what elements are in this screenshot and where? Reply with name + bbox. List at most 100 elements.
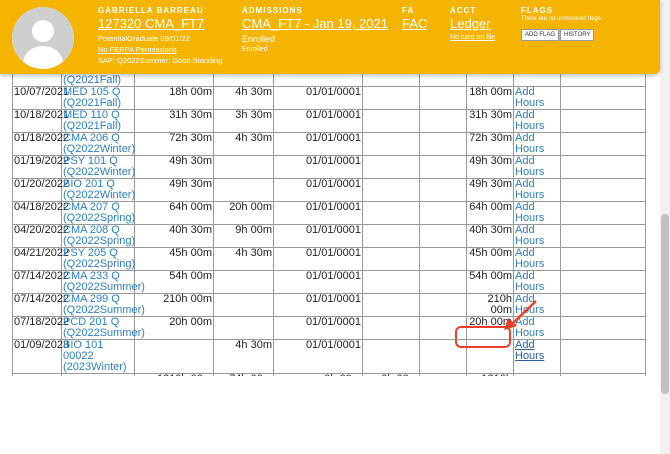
table-cell (362, 247, 420, 271)
course-cell[interactable]: CMA 299 Q (Q2022Summer) (61, 293, 145, 317)
start-date: 01/09/2023 (12, 339, 69, 374)
course-cell[interactable]: PSY 205 Q (Q2022Spring) (61, 247, 135, 271)
table-cell (362, 293, 420, 317)
student-header: GABRIELLA BARREAU 127320 CMA_FT7 Potenti… (0, 0, 660, 74)
history-button[interactable]: HISTORY (560, 29, 595, 41)
table-cell (419, 201, 467, 225)
due-date: 01/01/0001 (273, 132, 363, 156)
course-term[interactable]: (Q2022Summer) (63, 305, 145, 316)
course-cell[interactable]: BIO 201 Q (Q2022Winter) (61, 178, 135, 202)
course-term[interactable]: (Q2021Fall) (63, 121, 133, 132)
due-date: 01/01/0001 (273, 155, 363, 179)
table-cell (513, 373, 561, 376)
table-cell (560, 339, 646, 374)
flags-text: There are no unresolved flags (521, 16, 601, 22)
total-completed: 74h 00m (213, 373, 274, 376)
table-row: 04/21/2022 PSY 205 Q (Q2022Spring) 45h 00m 4… (12, 247, 646, 271)
course-term[interactable]: (Q2022Spring) (63, 213, 135, 224)
table-cell (362, 155, 420, 179)
total-scheduled: 1210h 00m (134, 373, 214, 376)
add-hours-link[interactable]: Add Hours (515, 109, 544, 132)
person-icon (12, 7, 74, 69)
course-link[interactable]: BIO 101 00022 (63, 340, 133, 362)
course-term[interactable]: (Q2022Summer) (63, 328, 145, 339)
total-hours: 18h 00m (466, 86, 514, 110)
start-date: 01/20/2022 (12, 178, 69, 202)
course-term[interactable]: (Q2022Summer) (63, 282, 145, 293)
course-term[interactable]: (Q2022Winter) (63, 190, 135, 201)
total-hours: 54h 00m (466, 270, 514, 294)
ledger-link[interactable]: Ledger (450, 16, 490, 31)
add-hours-link[interactable]: Add Hours (515, 132, 544, 155)
add-hours-link[interactable]: Add Hours (515, 178, 544, 201)
scheduled-hours: 45h 00m (134, 247, 214, 271)
scheduled-hours: 49h 30m (134, 155, 214, 179)
course-cell[interactable]: PSY 101 Q (Q2022Winter) (61, 155, 135, 179)
fa-link[interactable]: FAC (402, 16, 427, 31)
start-date: 04/20/2022 (12, 224, 69, 248)
course-cell[interactable]: PCD 201 Q (Q2022Summer) (61, 316, 145, 340)
completed-hours: 9h 00m (213, 224, 274, 248)
course-cell[interactable]: MED 110 Q (Q2021Fall) (61, 109, 135, 133)
course-cell[interactable]: CMA 233 Q (Q2022Summer) (61, 270, 145, 294)
add-hours-cell: Add Hours (513, 178, 561, 202)
table-row: 01/20/2022 BIO 201 Q (Q2022Winter) 49h 30m 0… (12, 178, 646, 202)
completed-hours (213, 293, 274, 317)
due-date: 01/01/0001 (273, 224, 363, 248)
add-flag-button[interactable]: ADD FLAG (521, 29, 560, 41)
completed-hours (213, 155, 274, 179)
start-date: 01/19/2022 (12, 155, 69, 179)
course-cell[interactable]: CMA 207 Q (Q2022Spring) (61, 201, 135, 225)
table-cell (560, 132, 646, 156)
due-date: 01/01/0001 (273, 247, 363, 271)
add-hours-link[interactable]: Add Hours (515, 224, 544, 247)
total-hours: 40h 30m (466, 224, 514, 248)
red-arrow-icon (504, 300, 537, 330)
admissions-status: Enrolled (242, 34, 276, 44)
table-cell (213, 74, 274, 87)
table-cell (419, 109, 467, 133)
course-term[interactable]: (Q2022Winter) (63, 167, 135, 178)
course-cell[interactable]: MED 105 Q (Q2021Fall) (61, 86, 135, 110)
scrollbar-thumb[interactable] (661, 214, 669, 394)
table-row: 04/18/2022 CMA 207 Q (Q2022Spring) 64h 00m 2… (12, 201, 646, 225)
course-term[interactable]: (2023Winter) (63, 362, 133, 373)
add-hours-link[interactable]: Add Hours (515, 86, 544, 109)
course-cell[interactable]: CMA 208 Q (Q2022Spring) (61, 224, 135, 248)
admissions-link[interactable]: CMA_FT7 - Jan 19, 2021 (242, 16, 388, 31)
completed-hours: 4h 30m (213, 247, 274, 271)
course-term[interactable]: (Q2022Spring) (63, 236, 135, 247)
course-term[interactable]: (Q2022Winter) (63, 144, 135, 155)
table-cell (362, 224, 420, 248)
scrollbar[interactable] (660, 0, 670, 454)
course-cell[interactable]: CMA 206 Q (Q2022Winter) (61, 132, 135, 156)
add-hours-link[interactable]: Add Hours (515, 270, 544, 293)
table-cell (273, 74, 363, 87)
total-hours: 49h 30m (466, 178, 514, 202)
table-cell (419, 155, 467, 179)
ferpa-link[interactable]: No FERPA Permissions (98, 45, 177, 54)
course-term[interactable]: (Q2022Spring) (63, 259, 135, 270)
table-cell (560, 293, 646, 317)
card-on-file-link[interactable]: No card on file (450, 34, 495, 41)
scheduled-hours: 20h 00m (134, 316, 214, 340)
hours-table: (Q2021Fall) 10/07/2021 MED 105 Q (Q2021Fall… (12, 74, 646, 376)
course-cell[interactable]: BIO 101 00022 (2023Winter) (61, 339, 135, 374)
completed-hours (213, 270, 274, 294)
course-term[interactable]: (Q2021Fall) (63, 98, 133, 109)
completed-hours: 4h 30m (213, 132, 274, 156)
add-hours-link[interactable]: Add Hours (515, 339, 544, 362)
add-hours-link[interactable]: Add Hours (515, 247, 544, 270)
add-hours-link[interactable]: Add Hours (515, 155, 544, 178)
table-cell (419, 373, 467, 376)
due-date: 01/01/0001 (273, 293, 363, 317)
table-cell (61, 373, 135, 376)
avatar (12, 7, 74, 69)
scheduled-hours: 40h 30m (134, 224, 214, 248)
add-hours-cell: Add Hours (513, 132, 561, 156)
start-date: 04/18/2022 (12, 201, 69, 225)
scheduled-hours (134, 339, 214, 374)
student-id-link[interactable]: 127320 CMA_FT7 (98, 16, 204, 31)
add-hours-link[interactable]: Add Hours (515, 201, 544, 224)
hours-table-wrapper: (Q2021Fall) 10/07/2021 MED 105 Q (Q2021Fall… (12, 74, 646, 376)
